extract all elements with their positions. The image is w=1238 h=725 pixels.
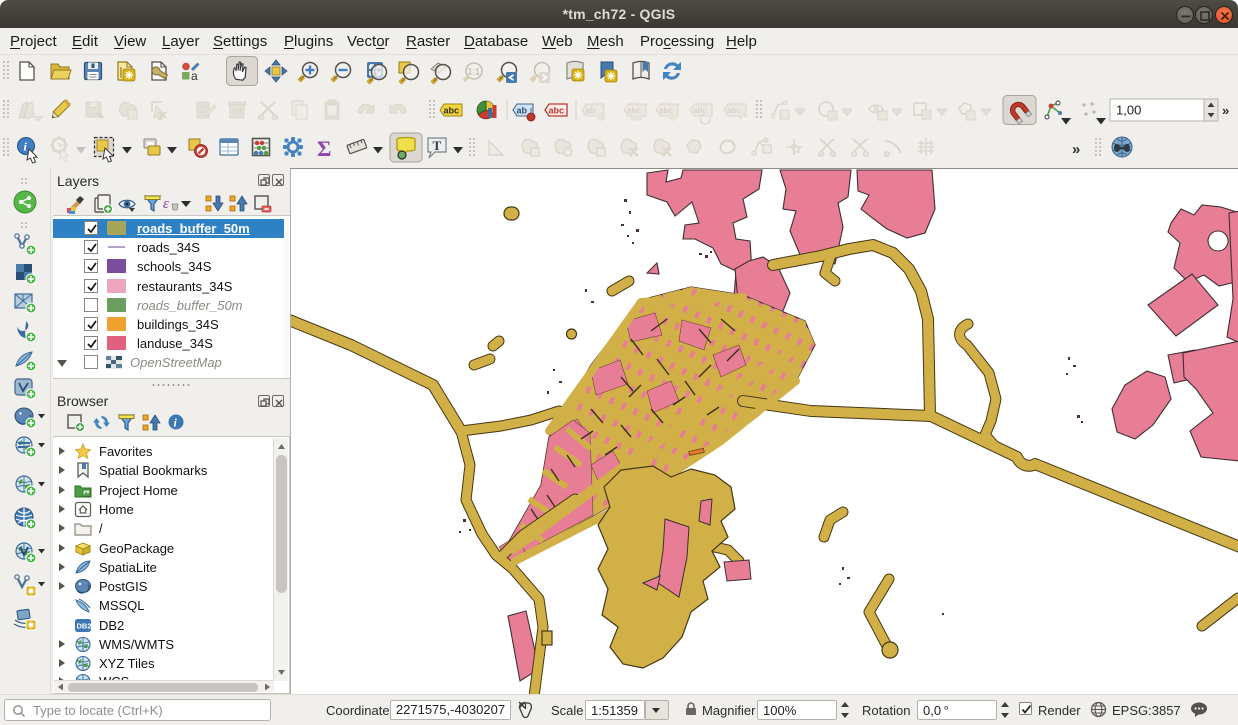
svg-text:»: » <box>1072 141 1080 158</box>
svg-text:1,00: 1,00 <box>1116 103 1141 118</box>
svg-text:»: » <box>1222 103 1229 118</box>
svg-text:ab: ab <box>517 106 528 116</box>
svg-text:abc: abc <box>549 106 565 116</box>
svg-text:abc: abc <box>627 106 641 115</box>
svg-text:ε: ε <box>163 196 169 212</box>
svg-text:1:1: 1:1 <box>468 67 481 77</box>
svg-text:Σ: Σ <box>317 136 331 161</box>
svg-text:T: T <box>433 138 442 153</box>
svg-text:abc: abc <box>444 106 460 116</box>
svg-text:abc: abc <box>727 106 741 115</box>
svg-text:a: a <box>191 69 198 83</box>
svg-text:ab: ab <box>586 106 597 116</box>
svg-text:abc: abc <box>693 106 707 115</box>
svg-text:DB2: DB2 <box>77 621 92 630</box>
